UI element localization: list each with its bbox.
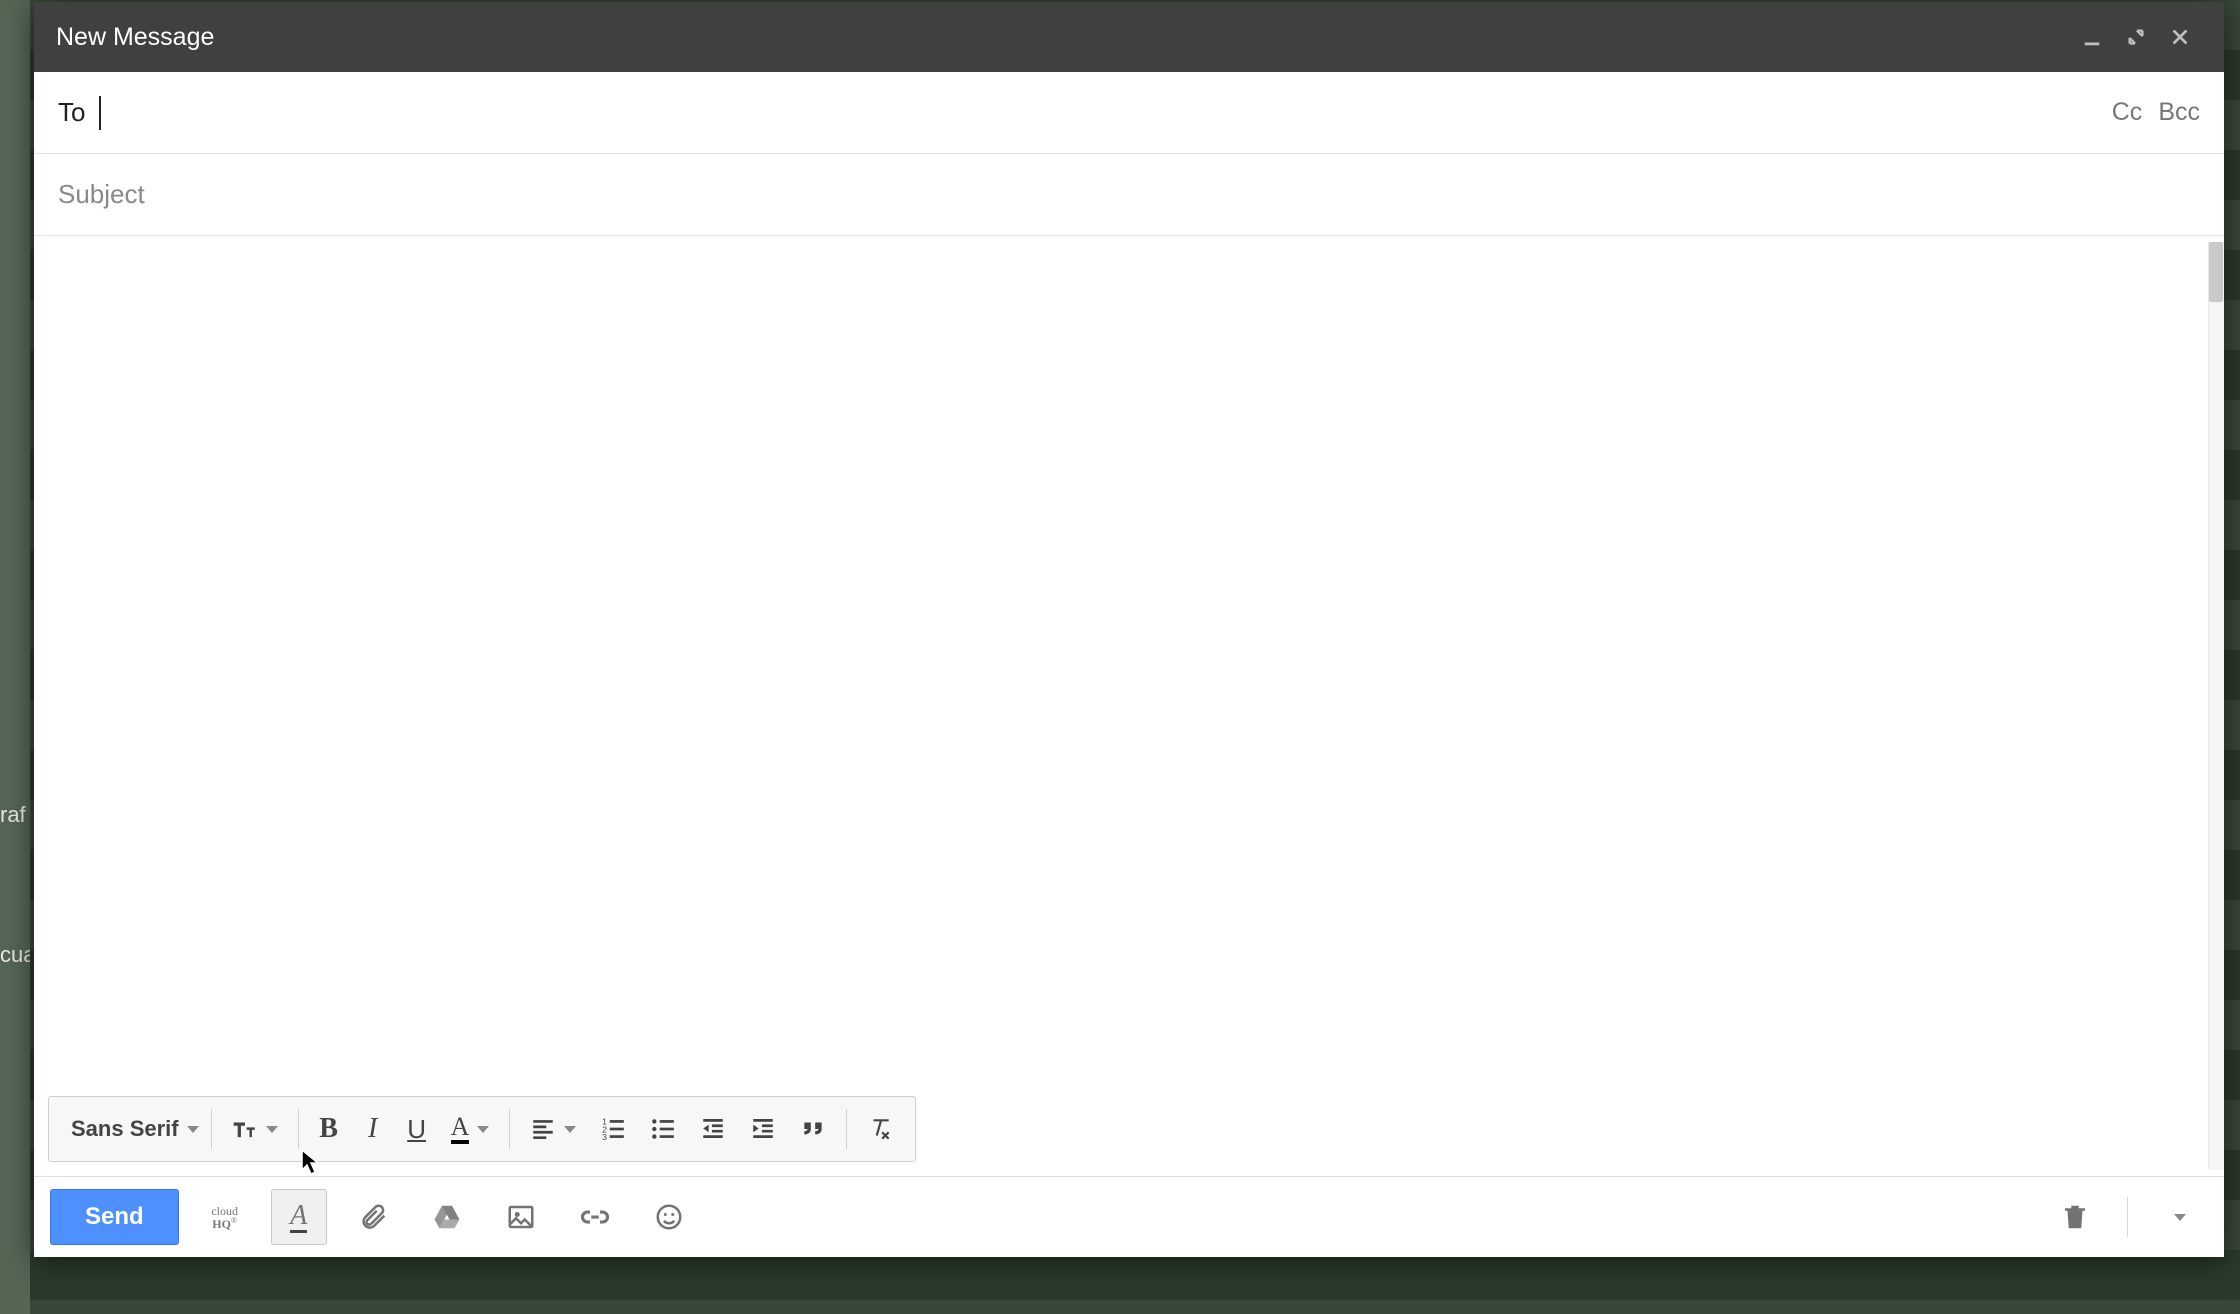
remove-formatting-icon: [867, 1116, 893, 1142]
popout-icon: [2125, 26, 2147, 48]
insert-photo-button[interactable]: [493, 1189, 549, 1245]
font-family-dropdown[interactable]: Sans Serif: [59, 1105, 203, 1153]
close-button[interactable]: [2158, 15, 2202, 59]
text-size-dropdown[interactable]: [220, 1105, 290, 1153]
compose-window: New Message To Cc Bcc: [34, 2, 2224, 1257]
cloudhq-icon: cloudHQ®: [211, 1205, 238, 1230]
scrollbar-thumb[interactable]: [2209, 242, 2223, 302]
to-row: To Cc Bcc: [34, 72, 2224, 154]
bulleted-list-button[interactable]: [638, 1105, 688, 1153]
insert-emoji-button[interactable]: [641, 1189, 697, 1245]
subject-row: [34, 154, 2224, 236]
bold-button[interactable]: B: [307, 1105, 351, 1153]
text-color-dropdown[interactable]: A: [439, 1105, 502, 1153]
send-button[interactable]: Send: [50, 1189, 179, 1245]
italic-button[interactable]: I: [351, 1105, 395, 1153]
background-sidebar-fragment: rafcua: [0, 0, 30, 1314]
align-dropdown[interactable]: [518, 1105, 588, 1153]
indent-less-button[interactable]: [688, 1105, 738, 1153]
to-input[interactable]: [99, 96, 2111, 130]
indent-more-icon: [750, 1116, 776, 1142]
drive-icon: [432, 1202, 462, 1232]
svg-text:3: 3: [603, 1132, 608, 1142]
quote-icon: [800, 1116, 826, 1142]
indent-more-button[interactable]: [738, 1105, 788, 1153]
chevron-down-icon: [266, 1126, 278, 1133]
insert-drive-button[interactable]: [419, 1189, 475, 1245]
minimize-icon: [2081, 26, 2103, 48]
insert-link-button[interactable]: [567, 1189, 623, 1245]
chevron-down-icon: [2174, 1214, 2186, 1221]
chevron-down-icon: [187, 1126, 199, 1133]
text-size-icon: [232, 1116, 258, 1142]
quote-button[interactable]: [788, 1105, 838, 1153]
text-color-icon: A: [451, 1114, 470, 1144]
remove-formatting-button[interactable]: [855, 1105, 905, 1153]
trash-icon: [2060, 1202, 2090, 1232]
link-icon: [580, 1202, 610, 1232]
numbered-list-button[interactable]: 1 2 3: [588, 1105, 638, 1153]
scrollbar[interactable]: [2208, 242, 2224, 1170]
formatting-toolbar: Sans Serif B I U A: [48, 1096, 916, 1162]
formatting-options-icon: A: [290, 1202, 307, 1233]
more-options-button[interactable]: [2152, 1189, 2208, 1245]
bottom-action-bar: Send cloudHQ® A: [34, 1177, 2224, 1257]
minimize-button[interactable]: [2070, 15, 2114, 59]
popout-button[interactable]: [2114, 15, 2158, 59]
chevron-down-icon: [477, 1126, 489, 1133]
font-family-label: Sans Serif: [71, 1116, 179, 1142]
formatting-options-button[interactable]: A: [271, 1189, 327, 1245]
emoji-icon: [654, 1202, 684, 1232]
align-left-icon: [530, 1116, 556, 1142]
titlebar: New Message: [34, 2, 2224, 72]
message-body[interactable]: Sans Serif B I U A: [34, 236, 2224, 1177]
chevron-down-icon: [564, 1126, 576, 1133]
underline-button[interactable]: U: [395, 1105, 439, 1153]
indent-less-icon: [700, 1116, 726, 1142]
attach-file-button[interactable]: [345, 1189, 401, 1245]
numbered-list-icon: 1 2 3: [600, 1116, 626, 1142]
attachment-icon: [358, 1202, 388, 1232]
bcc-button[interactable]: Bcc: [2158, 98, 2200, 127]
photo-icon: [506, 1202, 536, 1232]
subject-input[interactable]: [58, 179, 2200, 210]
to-label: To: [58, 97, 85, 128]
window-title: New Message: [56, 23, 214, 52]
close-icon: [2169, 26, 2191, 48]
discard-draft-button[interactable]: [2047, 1189, 2103, 1245]
cc-button[interactable]: Cc: [2112, 98, 2143, 127]
cloudhq-button[interactable]: cloudHQ®: [197, 1189, 253, 1245]
bulleted-list-icon: [650, 1116, 676, 1142]
